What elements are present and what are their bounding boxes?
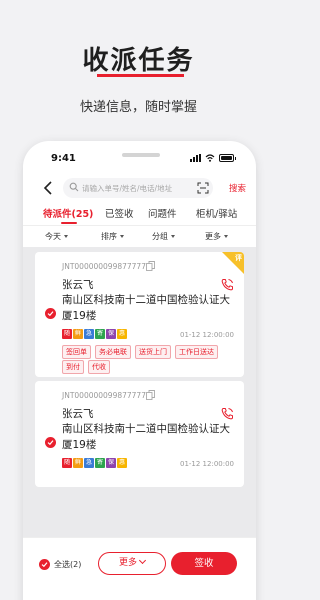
- tag: 工作日送达: [175, 345, 218, 359]
- filter-more[interactable]: 更多: [205, 231, 228, 242]
- promo-title: 收派任务: [82, 46, 195, 76]
- promo-subtitle: 快递信息，随时掌握: [79, 100, 197, 115]
- service-chip: 急: [84, 458, 94, 468]
- service-chip: 保: [106, 458, 116, 468]
- select-all-label: 全选(2): [54, 560, 82, 569]
- back-arrow-icon[interactable]: [41, 179, 55, 197]
- tag: 代收: [88, 360, 110, 374]
- card-checkbox[interactable]: [45, 308, 56, 319]
- filter-bar: 今天 排序 分组 更多: [23, 225, 256, 247]
- chevron-down-icon: [138, 556, 147, 565]
- checked-circle-icon: [39, 559, 50, 570]
- tab-problem[interactable]: 问题件: [148, 206, 177, 220]
- caret-down-icon: [120, 235, 124, 238]
- check-icon: [47, 440, 54, 446]
- copy-icon[interactable]: [146, 261, 155, 271]
- tag: 务必电联: [95, 345, 131, 359]
- service-chip: 寄: [95, 329, 105, 339]
- recipient-name: 张云飞: [62, 279, 94, 291]
- sign-button[interactable]: 签收: [171, 552, 237, 575]
- search-bar: 搜索: [23, 177, 256, 199]
- tab-signed[interactable]: 已签收: [105, 206, 134, 220]
- status-time: 9:41: [51, 153, 76, 164]
- scan-icon[interactable]: [197, 182, 209, 194]
- status-icons: [190, 154, 236, 162]
- filter-label: 更多: [205, 232, 221, 241]
- notch: [122, 153, 160, 157]
- service-chip: 急: [84, 329, 94, 339]
- caret-down-icon: [64, 235, 68, 238]
- evaluation-badge: 评: [222, 252, 244, 274]
- copy-icon[interactable]: [146, 390, 155, 400]
- delivery-address: 南山区科技南十二道中国检验认证大厦19楼: [62, 423, 230, 451]
- card-time: 01-12 12:00:00: [179, 331, 234, 339]
- phone-call-icon[interactable]: [221, 407, 234, 420]
- service-chips: 随 鲜 急 寄 保 惠: [62, 458, 127, 468]
- task-list: 评 JNT000000099877777 张云飞 南山区科技南十二道中国检验认证…: [23, 247, 256, 537]
- check-icon: [41, 562, 48, 568]
- tag-row: 到付 代收: [62, 360, 110, 374]
- evaluation-badge-label: 评: [235, 254, 242, 262]
- tag: 送货上门: [135, 345, 171, 359]
- search-input[interactable]: [82, 181, 190, 195]
- delivery-address: 南山区科技南十二道中国检验认证大厦19楼: [62, 294, 230, 322]
- battery-icon: [219, 154, 236, 162]
- wifi-icon: [205, 154, 215, 162]
- search-icon: [69, 182, 79, 192]
- service-chips: 随 鲜 急 寄 保 惠: [62, 329, 127, 339]
- filter-label: 今天: [45, 232, 61, 241]
- task-card[interactable]: 评 JNT000000099877777 张云飞 南山区科技南十二道中国检验认证…: [35, 252, 244, 377]
- filter-label: 排序: [101, 232, 117, 241]
- promo-title-underline: [97, 74, 184, 77]
- check-icon: [47, 311, 54, 317]
- task-card[interactable]: JNT000000099877777 张云飞 南山区科技南十二道中国检验认证大厦…: [35, 381, 244, 487]
- tag-row: 签回单 务必电联 送货上门 工作日送达: [62, 345, 218, 359]
- tab-active-indicator: [61, 222, 77, 224]
- filter-label: 分组: [152, 232, 168, 241]
- recipient-name: 张云飞: [62, 408, 94, 420]
- phone-call-icon[interactable]: [221, 278, 234, 291]
- filter-group[interactable]: 分组: [152, 231, 175, 242]
- more-button-label: 更多: [118, 558, 137, 568]
- search-button[interactable]: 搜索: [229, 182, 246, 194]
- tracking-number: JNT000000099877777: [62, 391, 146, 400]
- card-checkbox[interactable]: [45, 437, 56, 448]
- service-chip: 保: [106, 329, 116, 339]
- service-chip: 惠: [117, 458, 127, 468]
- filter-today[interactable]: 今天: [45, 231, 68, 242]
- phone-frame: 9:41 搜索 待派件(25) 已签收 问题件 柜机/驿站 今天 排序 分组 更…: [23, 141, 256, 600]
- signal-icon: [190, 154, 201, 162]
- tag: 到付: [62, 360, 84, 374]
- card-time: 01-12 12:00:00: [179, 460, 234, 468]
- tab-bar: 待派件(25) 已签收 问题件 柜机/驿站: [23, 203, 256, 225]
- tag: 签回单: [62, 345, 91, 359]
- bottom-action-bar: 全选(2) 更多 签收: [23, 537, 256, 600]
- select-all-checkbox[interactable]: 全选(2): [39, 559, 81, 570]
- service-chip: 随: [62, 329, 72, 339]
- service-chip: 鲜: [73, 329, 83, 339]
- caret-down-icon: [224, 235, 228, 238]
- more-button[interactable]: 更多: [98, 552, 166, 575]
- filter-sort[interactable]: 排序: [101, 231, 124, 242]
- service-chip: 寄: [95, 458, 105, 468]
- service-chip: 鲜: [73, 458, 83, 468]
- search-box: [63, 178, 213, 198]
- status-bar: 9:41: [23, 151, 256, 167]
- caret-down-icon: [171, 235, 175, 238]
- tab-pending-delivery[interactable]: 待派件(25): [43, 206, 93, 220]
- tracking-number: JNT000000099877777: [62, 262, 146, 271]
- tab-locker-station[interactable]: 柜机/驿站: [196, 206, 237, 220]
- service-chip: 随: [62, 458, 72, 468]
- service-chip: 惠: [117, 329, 127, 339]
